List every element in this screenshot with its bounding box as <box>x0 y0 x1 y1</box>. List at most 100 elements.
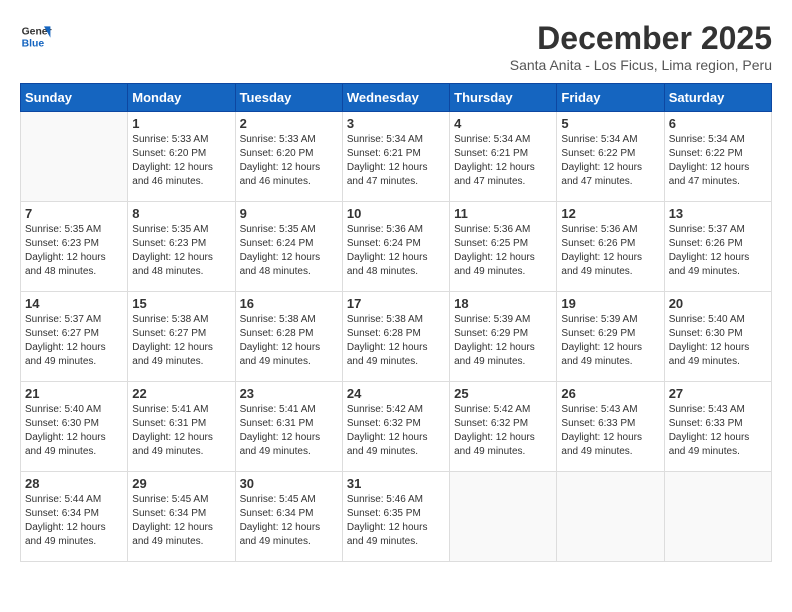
week-row-4: 28Sunrise: 5:44 AM Sunset: 6:34 PM Dayli… <box>21 472 772 562</box>
week-row-3: 21 Sunrise: 5:40 AM Sunset: 6:30 PM Dayli… <box>21 382 772 472</box>
day-number: 13 <box>669 206 767 221</box>
day-number: 21 <box>25 386 123 401</box>
day-info: Sunrise: 5:41 AM Sunset: 6:31 PM Dayligh… <box>132 403 230 459</box>
header-saturday: Saturday <box>664 84 771 112</box>
day-cell: 5 Sunrise: 5:34 AM Sunset: 6:22 PM Daylig… <box>557 112 664 202</box>
day-info: Sunrise: 5:40 AM Sunset: 6:30 PM Dayligh… <box>669 313 767 369</box>
day-number: 8 <box>132 206 230 221</box>
day-info: Sunrise: 5:46 AM Sunset: 6:35 PM Dayligh… <box>347 493 445 549</box>
day-number: 10 <box>347 206 445 221</box>
day-info: Sunrise: 5:34 AM Sunset: 6:22 PM Dayligh… <box>561 133 659 189</box>
day-cell: 18 Sunrise: 5:39 AM Sunset: 6:29 PM Dayli… <box>450 292 557 382</box>
day-info: Sunrise: 5:41 AM Sunset: 6:31 PM Dayligh… <box>240 403 338 459</box>
day-cell <box>21 112 128 202</box>
day-number: 17 <box>347 296 445 311</box>
day-info: Sunrise: 5:42 AM Sunset: 6:32 PM Dayligh… <box>454 403 552 459</box>
day-cell: 30 Sunrise: 5:45 AM Sunset: 6:34 PM Dayli… <box>235 472 342 562</box>
day-info: Sunrise: 5:36 AM Sunset: 6:26 PM Dayligh… <box>561 223 659 279</box>
day-info: Sunrise: 5:45 AM Sunset: 6:34 PM Dayligh… <box>240 493 338 549</box>
day-cell: 25 Sunrise: 5:42 AM Sunset: 6:32 PM Dayli… <box>450 382 557 472</box>
day-info: Sunrise: 5:42 AM Sunset: 6:32 PM Dayligh… <box>347 403 445 459</box>
header-thursday: Thursday <box>450 84 557 112</box>
day-cell <box>557 472 664 562</box>
day-number: 4 <box>454 116 552 131</box>
day-cell <box>450 472 557 562</box>
day-number: 22 <box>132 386 230 401</box>
day-info: Sunrise: 5:33 AM Sunset: 6:20 PM Dayligh… <box>132 133 230 189</box>
header-wednesday: Wednesday <box>342 84 449 112</box>
day-info: Sunrise: 5:43 AM Sunset: 6:33 PM Dayligh… <box>561 403 659 459</box>
logo-icon: General Blue <box>20 20 52 52</box>
day-cell: 19Sunrise: 5:39 AM Sunset: 6:29 PM Dayli… <box>557 292 664 382</box>
day-number: 20 <box>669 296 767 311</box>
day-info: Sunrise: 5:35 AM Sunset: 6:23 PM Dayligh… <box>25 223 123 279</box>
title-block: December 2025 Santa Anita - Los Ficus, L… <box>510 20 772 73</box>
day-number: 3 <box>347 116 445 131</box>
day-number: 27 <box>669 386 767 401</box>
day-info: Sunrise: 5:34 AM Sunset: 6:22 PM Dayligh… <box>669 133 767 189</box>
day-cell: 26Sunrise: 5:43 AM Sunset: 6:33 PM Dayli… <box>557 382 664 472</box>
day-cell: 16Sunrise: 5:38 AM Sunset: 6:28 PM Dayli… <box>235 292 342 382</box>
day-number: 29 <box>132 476 230 491</box>
day-cell: 14Sunrise: 5:37 AM Sunset: 6:27 PM Dayli… <box>21 292 128 382</box>
day-number: 9 <box>240 206 338 221</box>
day-info: Sunrise: 5:43 AM Sunset: 6:33 PM Dayligh… <box>669 403 767 459</box>
day-cell: 22 Sunrise: 5:41 AM Sunset: 6:31 PM Dayli… <box>128 382 235 472</box>
day-info: Sunrise: 5:34 AM Sunset: 6:21 PM Dayligh… <box>454 133 552 189</box>
month-title: December 2025 <box>510 20 772 57</box>
day-cell: 28Sunrise: 5:44 AM Sunset: 6:34 PM Dayli… <box>21 472 128 562</box>
day-info: Sunrise: 5:40 AM Sunset: 6:30 PM Dayligh… <box>25 403 123 459</box>
day-number: 5 <box>561 116 659 131</box>
day-number: 18 <box>454 296 552 311</box>
day-info: Sunrise: 5:38 AM Sunset: 6:28 PM Dayligh… <box>240 313 338 369</box>
calendar-body: 1Sunrise: 5:33 AM Sunset: 6:20 PM Daylig… <box>21 112 772 562</box>
day-cell: 27 Sunrise: 5:43 AM Sunset: 6:33 PM Dayli… <box>664 382 771 472</box>
svg-text:Blue: Blue <box>22 38 45 49</box>
day-cell: 3Sunrise: 5:34 AM Sunset: 6:21 PM Daylig… <box>342 112 449 202</box>
day-info: Sunrise: 5:39 AM Sunset: 6:29 PM Dayligh… <box>454 313 552 369</box>
day-number: 25 <box>454 386 552 401</box>
day-info: Sunrise: 5:35 AM Sunset: 6:23 PM Dayligh… <box>132 223 230 279</box>
day-cell: 1Sunrise: 5:33 AM Sunset: 6:20 PM Daylig… <box>128 112 235 202</box>
day-info: Sunrise: 5:36 AM Sunset: 6:25 PM Dayligh… <box>454 223 552 279</box>
day-number: 14 <box>25 296 123 311</box>
day-cell: 15Sunrise: 5:38 AM Sunset: 6:27 PM Dayli… <box>128 292 235 382</box>
day-cell: 21 Sunrise: 5:40 AM Sunset: 6:30 PM Dayli… <box>21 382 128 472</box>
day-cell: 10 Sunrise: 5:36 AM Sunset: 6:24 PM Dayli… <box>342 202 449 292</box>
day-info: Sunrise: 5:36 AM Sunset: 6:24 PM Dayligh… <box>347 223 445 279</box>
day-info: Sunrise: 5:33 AM Sunset: 6:20 PM Dayligh… <box>240 133 338 189</box>
day-cell: 4 Sunrise: 5:34 AM Sunset: 6:21 PM Daylig… <box>450 112 557 202</box>
day-cell: 8 Sunrise: 5:35 AM Sunset: 6:23 PM Daylig… <box>128 202 235 292</box>
logo: General Blue <box>20 20 52 52</box>
day-number: 30 <box>240 476 338 491</box>
week-row-1: 7 Sunrise: 5:35 AM Sunset: 6:23 PM Daylig… <box>21 202 772 292</box>
week-row-0: 1Sunrise: 5:33 AM Sunset: 6:20 PM Daylig… <box>21 112 772 202</box>
day-cell: 9 Sunrise: 5:35 AM Sunset: 6:24 PM Daylig… <box>235 202 342 292</box>
day-cell: 6 Sunrise: 5:34 AM Sunset: 6:22 PM Daylig… <box>664 112 771 202</box>
week-row-2: 14Sunrise: 5:37 AM Sunset: 6:27 PM Dayli… <box>21 292 772 382</box>
day-cell: 11 Sunrise: 5:36 AM Sunset: 6:25 PM Dayli… <box>450 202 557 292</box>
day-cell: 7 Sunrise: 5:35 AM Sunset: 6:23 PM Daylig… <box>21 202 128 292</box>
day-number: 23 <box>240 386 338 401</box>
day-info: Sunrise: 5:38 AM Sunset: 6:27 PM Dayligh… <box>132 313 230 369</box>
day-number: 6 <box>669 116 767 131</box>
header-friday: Friday <box>557 84 664 112</box>
header-monday: Monday <box>128 84 235 112</box>
header-row: SundayMondayTuesdayWednesdayThursdayFrid… <box>21 84 772 112</box>
day-cell: 24 Sunrise: 5:42 AM Sunset: 6:32 PM Dayli… <box>342 382 449 472</box>
day-info: Sunrise: 5:45 AM Sunset: 6:34 PM Dayligh… <box>132 493 230 549</box>
day-number: 24 <box>347 386 445 401</box>
day-number: 11 <box>454 206 552 221</box>
page-header: General Blue December 2025 Santa Anita -… <box>20 20 772 73</box>
calendar-table: SundayMondayTuesdayWednesdayThursdayFrid… <box>20 83 772 562</box>
day-number: 7 <box>25 206 123 221</box>
location-subtitle: Santa Anita - Los Ficus, Lima region, Pe… <box>510 57 772 73</box>
calendar-header: SundayMondayTuesdayWednesdayThursdayFrid… <box>21 84 772 112</box>
day-cell: 2Sunrise: 5:33 AM Sunset: 6:20 PM Daylig… <box>235 112 342 202</box>
day-cell: 23 Sunrise: 5:41 AM Sunset: 6:31 PM Dayli… <box>235 382 342 472</box>
day-cell: 13 Sunrise: 5:37 AM Sunset: 6:26 PM Dayli… <box>664 202 771 292</box>
day-info: Sunrise: 5:37 AM Sunset: 6:26 PM Dayligh… <box>669 223 767 279</box>
day-cell <box>664 472 771 562</box>
day-info: Sunrise: 5:35 AM Sunset: 6:24 PM Dayligh… <box>240 223 338 279</box>
day-number: 31 <box>347 476 445 491</box>
